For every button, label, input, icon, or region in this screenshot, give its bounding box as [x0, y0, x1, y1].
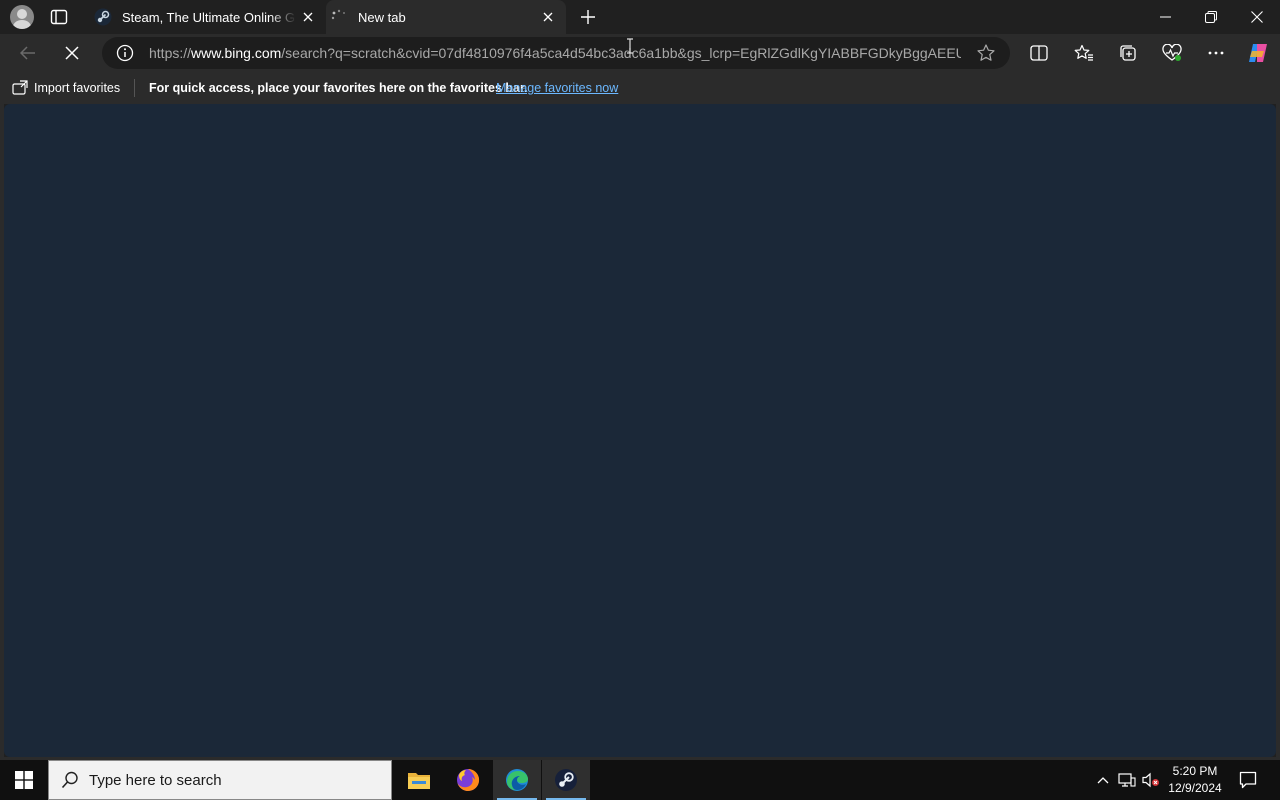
- url-path: /search?q=scratch&cvid=07df4810976f4a5ca…: [281, 45, 961, 61]
- browser-essentials-icon[interactable]: [1158, 39, 1186, 67]
- url-text[interactable]: https://www.bing.com/search?q=scratch&cv…: [149, 45, 961, 61]
- more-options-icon[interactable]: [1202, 39, 1230, 67]
- restore-icon[interactable]: [1188, 0, 1234, 34]
- stop-loading-icon[interactable]: [58, 39, 86, 67]
- browser-toolbar: https://www.bing.com/search?q=scratch&cv…: [0, 34, 1280, 72]
- close-tab-icon[interactable]: [536, 5, 560, 29]
- close-tab-icon[interactable]: [296, 5, 320, 29]
- address-bar[interactable]: https://www.bing.com/search?q=scratch&cv…: [102, 37, 1010, 69]
- tab-steam[interactable]: Steam, The Ultimate Online Game Platform: [86, 0, 326, 34]
- clock-date: 12/9/2024: [1168, 781, 1222, 795]
- favorite-star-icon[interactable]: [976, 43, 996, 68]
- steam-taskbar-icon[interactable]: [542, 760, 590, 800]
- minimize-icon[interactable]: [1142, 0, 1188, 34]
- file-explorer-icon[interactable]: [395, 760, 443, 800]
- tab-title: New tab: [358, 9, 406, 25]
- firefox-icon[interactable]: [444, 760, 492, 800]
- loading-spinner-icon: [331, 9, 345, 20]
- back-arrow-icon[interactable]: [14, 39, 42, 67]
- notifications-icon[interactable]: [1234, 760, 1262, 800]
- divider: [134, 79, 135, 97]
- collections-icon[interactable]: [1114, 39, 1142, 67]
- edge-icon[interactable]: [493, 760, 541, 800]
- copilot-icon[interactable]: [1244, 39, 1272, 67]
- volume-muted-icon[interactable]: [1140, 760, 1162, 800]
- show-hidden-icons-chevron-icon[interactable]: [1092, 760, 1114, 800]
- favorites-icon[interactable]: [1070, 39, 1098, 67]
- site-info-icon[interactable]: [116, 44, 134, 67]
- text-cursor-icon: [627, 38, 633, 54]
- system-clock[interactable]: 5:20 PM 12/9/2024: [1164, 763, 1226, 797]
- split-screen-icon[interactable]: [1025, 39, 1053, 67]
- url-scheme: https://: [149, 45, 192, 61]
- search-icon: [61, 771, 78, 789]
- steam-icon: [94, 8, 112, 26]
- favorites-bar-message: For quick access, place your favorites h…: [149, 81, 528, 95]
- clock-time: 5:20 PM: [1172, 764, 1218, 778]
- tab-actions-icon[interactable]: [50, 9, 68, 25]
- import-favorites-button[interactable]: Import favorites: [12, 80, 120, 96]
- title-bar: Steam, The Ultimate Online Game Platform…: [0, 0, 1280, 34]
- manage-favorites-link[interactable]: Manage favorites now: [496, 81, 618, 95]
- tab-new-tab[interactable]: New tab: [326, 0, 566, 34]
- network-icon[interactable]: [1116, 760, 1138, 800]
- profile-avatar-icon[interactable]: [10, 5, 34, 29]
- taskbar-search-box[interactable]: Type here to search: [48, 760, 392, 800]
- tab-title: Steam, The Ultimate Online Game Platform: [122, 9, 296, 25]
- url-host: www.bing.com: [191, 45, 282, 61]
- search-placeholder: Type here to search: [89, 771, 222, 789]
- windows-start-icon[interactable]: [0, 760, 48, 800]
- taskbar: Type here to search 5:20 PM 12/9/2024: [0, 760, 1280, 800]
- frame-right: [1276, 104, 1280, 757]
- new-tab-plus-icon[interactable]: [576, 5, 600, 29]
- close-window-icon[interactable]: [1234, 0, 1280, 34]
- favorites-bar: Import favorites For quick access, place…: [0, 72, 1280, 104]
- import-favorites-label: Import favorites: [34, 81, 121, 95]
- import-icon: [12, 80, 28, 95]
- page-content-area[interactable]: [4, 104, 1276, 757]
